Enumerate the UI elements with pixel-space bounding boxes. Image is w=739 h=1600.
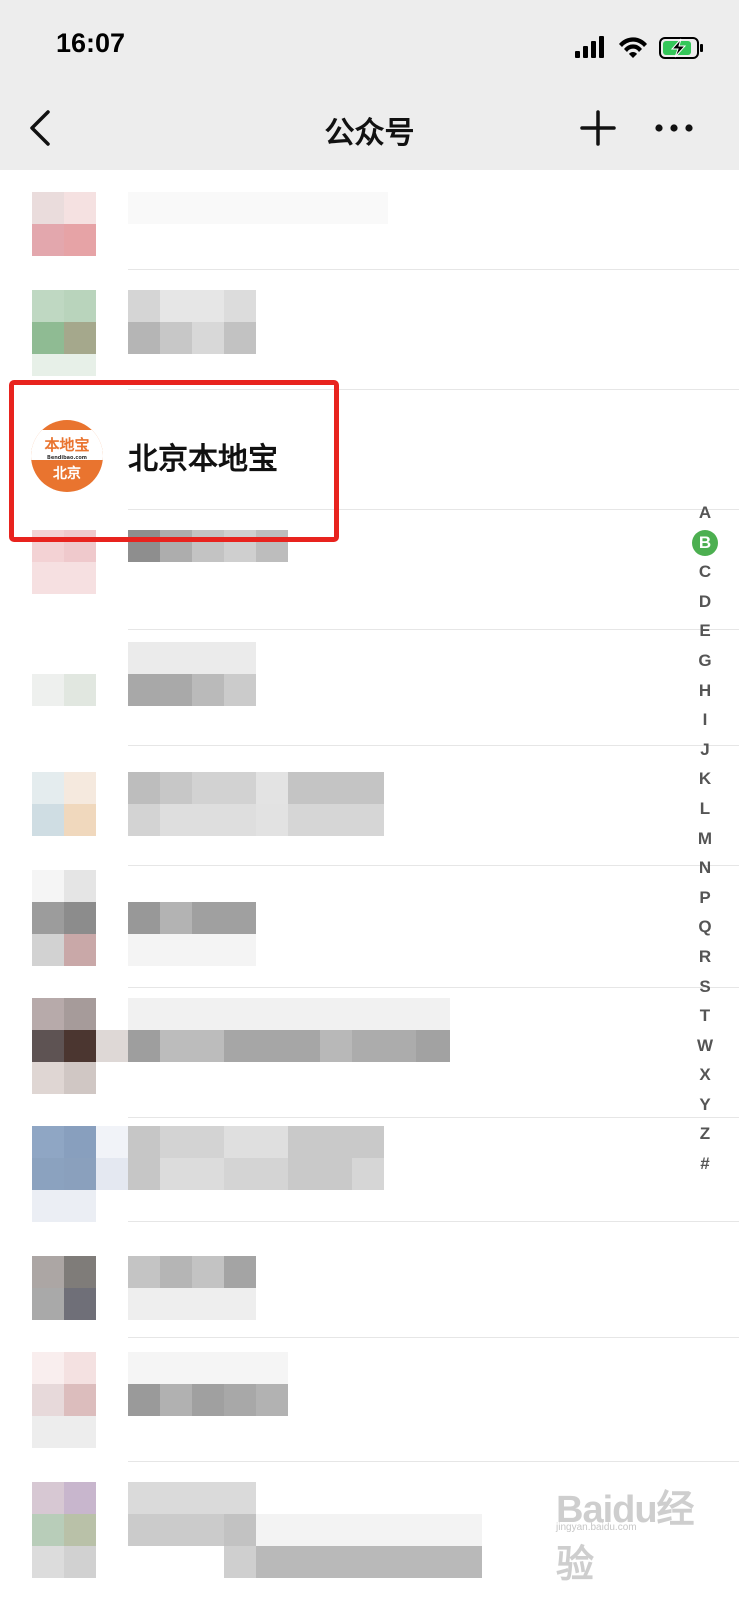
add-button[interactable]: [580, 110, 616, 146]
watermark-logo: Baidu经验: [556, 1489, 695, 1586]
list-item[interactable]: [0, 170, 739, 270]
plus-icon: [580, 110, 616, 146]
list-item[interactable]: [0, 866, 739, 988]
avatar: 本地宝 Bendibao.com 北京: [31, 420, 103, 492]
index-letter-q[interactable]: Q: [692, 912, 718, 942]
page-title: 公众号: [324, 116, 415, 151]
index-letter-e[interactable]: E: [692, 616, 718, 646]
list-item[interactable]: [0, 1118, 739, 1222]
more-button[interactable]: [654, 120, 694, 136]
list-item[interactable]: [0, 630, 739, 746]
list-item[interactable]: [0, 1222, 739, 1338]
list-item[interactable]: [0, 510, 739, 630]
index-letter-m[interactable]: M: [692, 824, 718, 854]
index-letter-i[interactable]: I: [692, 705, 718, 735]
nav-bar: 公众号: [0, 90, 739, 170]
index-letter-hash[interactable]: #: [692, 1149, 718, 1179]
wifi-icon: [619, 37, 647, 58]
index-letter-a[interactable]: A: [692, 498, 718, 528]
index-letter-h[interactable]: H: [692, 676, 718, 706]
svg-text:北京: 北京: [53, 465, 81, 482]
index-letter-k[interactable]: K: [692, 764, 718, 794]
list-item-beijing-bendibao[interactable]: 本地宝 Bendibao.com 北京 北京本地宝: [0, 390, 739, 510]
index-letter-r[interactable]: R: [692, 942, 718, 972]
watermark-url: jingyan.baidu.com: [556, 1522, 637, 1533]
index-letter-w[interactable]: W: [692, 1031, 718, 1061]
svg-text:Bendibao.com: Bendibao.com: [47, 455, 87, 461]
index-letter-j[interactable]: J: [692, 735, 718, 765]
more-icon: [655, 124, 693, 132]
index-letter-y[interactable]: Y: [692, 1090, 718, 1120]
index-letter-g[interactable]: G: [692, 646, 718, 676]
list-item[interactable]: [0, 988, 739, 1118]
svg-text:本地宝: 本地宝: [44, 436, 89, 454]
index-letter-b[interactable]: B: [692, 529, 718, 556]
account-name: 北京本地宝: [128, 442, 278, 477]
index-letter-z[interactable]: Z: [692, 1119, 718, 1149]
index-letter-t[interactable]: T: [692, 1001, 718, 1031]
index-letter-d[interactable]: D: [692, 587, 718, 617]
battery-charging-icon: [659, 37, 703, 59]
list-item[interactable]: [0, 746, 739, 866]
status-time: 16:07: [56, 28, 126, 58]
index-letter-x[interactable]: X: [692, 1060, 718, 1090]
index-letter-n[interactable]: N: [692, 853, 718, 883]
status-bar: 16:07: [0, 0, 739, 90]
index-letter-s[interactable]: S: [692, 972, 718, 1002]
status-icons: [575, 34, 705, 60]
signal-icon: [575, 36, 604, 58]
index-letter-c[interactable]: C: [692, 557, 718, 587]
watermark: Baidu经验 jingyan.baidu.com: [556, 1478, 726, 1586]
index-letter-p[interactable]: P: [692, 883, 718, 913]
alphabet-index[interactable]: A B C D E G H I J K L M N P Q R S T W X Y Z #: [692, 498, 720, 1179]
list-item[interactable]: [0, 270, 739, 390]
account-list: 本地宝 Bendibao.com 北京 北京本地宝: [0, 170, 739, 1600]
list-item[interactable]: [0, 1338, 739, 1462]
index-letter-l[interactable]: L: [692, 794, 718, 824]
